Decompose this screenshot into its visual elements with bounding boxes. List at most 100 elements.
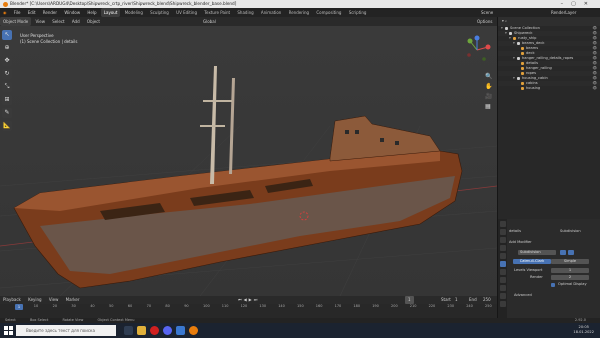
object-props-icon[interactable] <box>499 253 506 259</box>
navigation-gizmo[interactable] <box>462 35 492 65</box>
visibility-eye-icon[interactable]: 👁 <box>592 86 597 91</box>
system-clock[interactable]: 20:05 18.01.2022 <box>573 325 594 335</box>
timeline-tick-label: 160 <box>315 304 323 308</box>
current-frame-field[interactable]: 1 <box>405 296 414 304</box>
levels-viewport-field[interactable]: 1 <box>551 268 589 273</box>
tab-rendering[interactable]: Rendering <box>286 8 312 17</box>
playhead[interactable]: 1 <box>15 304 23 310</box>
rotate-tool-icon[interactable]: ↻ <box>2 69 12 79</box>
menu-render[interactable]: Render <box>40 8 60 17</box>
menu-file[interactable]: File <box>11 8 24 17</box>
viewport-menu-select[interactable]: Select <box>49 17 67 26</box>
viewport-menu-add[interactable]: Add <box>69 17 83 26</box>
constraints-props-icon[interactable] <box>499 285 506 291</box>
cabin-window <box>345 130 349 134</box>
start-frame-field[interactable]: 1 <box>452 296 461 304</box>
file-explorer-icon[interactable] <box>137 326 146 335</box>
viewport-menu-view[interactable]: View <box>32 17 48 26</box>
outliner-row-label: details <box>526 61 538 65</box>
outliner-row-label: hanger_railing_details_ropes <box>522 56 574 60</box>
timeline-tick-label: 180 <box>353 304 361 308</box>
scale-tool-icon[interactable]: ⤡ <box>2 82 12 92</box>
blender-menu-icon[interactable]: ◉ <box>0 8 10 17</box>
blender-window: Blender* [C:\Users\ARDUG4\Desktop\Shipwr… <box>0 0 600 338</box>
modifier-realtime-icon[interactable] <box>560 250 566 255</box>
tab-uv-editing[interactable]: UV Editing <box>173 8 200 17</box>
pan-icon[interactable]: ✋ <box>485 82 492 92</box>
select-tool-icon[interactable]: ↖ <box>2 30 12 40</box>
menu-edit[interactable]: Edit <box>25 8 39 17</box>
optimal-display-checkbox[interactable] <box>551 283 555 287</box>
menu-window[interactable]: Window <box>61 8 83 17</box>
scene-props-icon[interactable] <box>499 245 506 251</box>
move-tool-icon[interactable]: ✥ <box>2 56 12 66</box>
mesh-object-icon <box>521 51 524 55</box>
menu-help[interactable]: Help <box>84 8 99 17</box>
camera-icon[interactable]: 🎥 <box>485 92 492 102</box>
mesh-object-icon <box>521 86 524 90</box>
end-frame-field[interactable]: 250 <box>480 296 494 304</box>
taskbar-search-input[interactable]: Введите здесь текст для поиска <box>16 325 116 336</box>
physics-props-icon[interactable] <box>499 277 506 283</box>
annotate-tool-icon[interactable]: ✎ <box>2 108 12 118</box>
options-dropdown[interactable]: Options <box>474 17 495 26</box>
render-levels-field[interactable]: 2 <box>551 275 589 280</box>
modifier-name-field[interactable]: Subdivision <box>518 250 556 255</box>
windows-start-icon[interactable] <box>4 326 13 335</box>
mesh-object-icon <box>521 81 524 85</box>
timeline-menu-keying[interactable]: Keying <box>25 296 44 304</box>
viewport-info: User Perspective (1) Scene Collection | … <box>20 33 77 45</box>
advanced-section[interactable]: Advanced <box>514 293 532 297</box>
scene-selector[interactable]: Scene <box>478 8 496 17</box>
tab-sculpting[interactable]: Sculpting <box>147 8 172 17</box>
transform-tool-icon[interactable]: ⊞ <box>2 95 12 105</box>
outliner-row[interactable]: housing 👁 <box>498 86 600 91</box>
timeline-tick-label: 170 <box>334 304 342 308</box>
outliner-header: ▾ ⌕ <box>498 17 600 26</box>
measure-tool-icon[interactable]: 📐 <box>2 121 12 131</box>
viewport-menu-object[interactable]: Object <box>84 17 103 26</box>
add-modifier-dropdown[interactable]: Add Modifier <box>509 240 532 244</box>
data-props-icon[interactable] <box>499 293 506 299</box>
app-icon[interactable] <box>176 326 185 335</box>
particles-props-icon[interactable] <box>499 269 506 275</box>
playback-controls[interactable]: ⏮◀▶⏭ <box>235 296 262 304</box>
3d-viewport[interactable] <box>0 26 497 296</box>
blender-logo-icon <box>3 1 8 7</box>
outliner-row-label: cabins <box>526 81 538 85</box>
tab-compositing[interactable]: Compositing <box>313 8 344 17</box>
task-view-icon[interactable] <box>124 326 133 335</box>
mode-selector[interactable]: Object Mode <box>0 17 32 26</box>
discord-icon[interactable] <box>163 326 172 335</box>
simple-button[interactable]: Simple <box>551 259 589 264</box>
tab-modeling[interactable]: Modeling <box>122 8 146 17</box>
tab-texture-paint[interactable]: Texture Paint <box>201 8 233 17</box>
tab-layout[interactable]: Layout <box>100 8 121 17</box>
mesh-object-icon <box>521 71 524 75</box>
cursor-tool-icon[interactable]: ⊕ <box>2 43 12 53</box>
render-props-icon[interactable] <box>499 229 506 235</box>
zoom-icon[interactable]: 🔍 <box>485 72 492 82</box>
material-props-icon[interactable] <box>499 301 506 307</box>
grid-view-icon[interactable]: ▦ <box>485 102 492 112</box>
end-label: End <box>469 297 477 302</box>
catmull-clark-button[interactable]: Catmull-Clark <box>513 259 551 264</box>
opera-icon[interactable] <box>150 326 159 335</box>
blender-taskbar-icon[interactable] <box>189 326 198 335</box>
outliner-filter-icon[interactable]: ▾ ⌕ <box>502 19 507 23</box>
modifier-props-icon[interactable] <box>499 261 506 267</box>
view-layer-selector[interactable]: RenderLayer <box>548 8 579 17</box>
tool-props-icon[interactable] <box>499 221 506 227</box>
transform-orientation[interactable]: Global <box>200 17 219 26</box>
timeline-menu-marker[interactable]: Marker <box>63 296 83 304</box>
output-props-icon[interactable] <box>499 237 506 243</box>
tab-animation[interactable]: Animation <box>258 8 284 17</box>
timeline-menu-playback[interactable]: Playback <box>0 296 24 304</box>
tab-shading[interactable]: Shading <box>234 8 256 17</box>
modifier-render-icon[interactable] <box>568 250 574 255</box>
viewport-nav-icons: 🔍 ✋ 🎥 ▦ <box>485 72 492 112</box>
window-controls[interactable]: –▢✕ <box>561 0 596 8</box>
timeline-menu-view[interactable]: View <box>46 296 62 304</box>
levels-viewport-label: Levels Viewport <box>514 268 543 272</box>
tab-scripting[interactable]: Scripting <box>346 8 370 17</box>
